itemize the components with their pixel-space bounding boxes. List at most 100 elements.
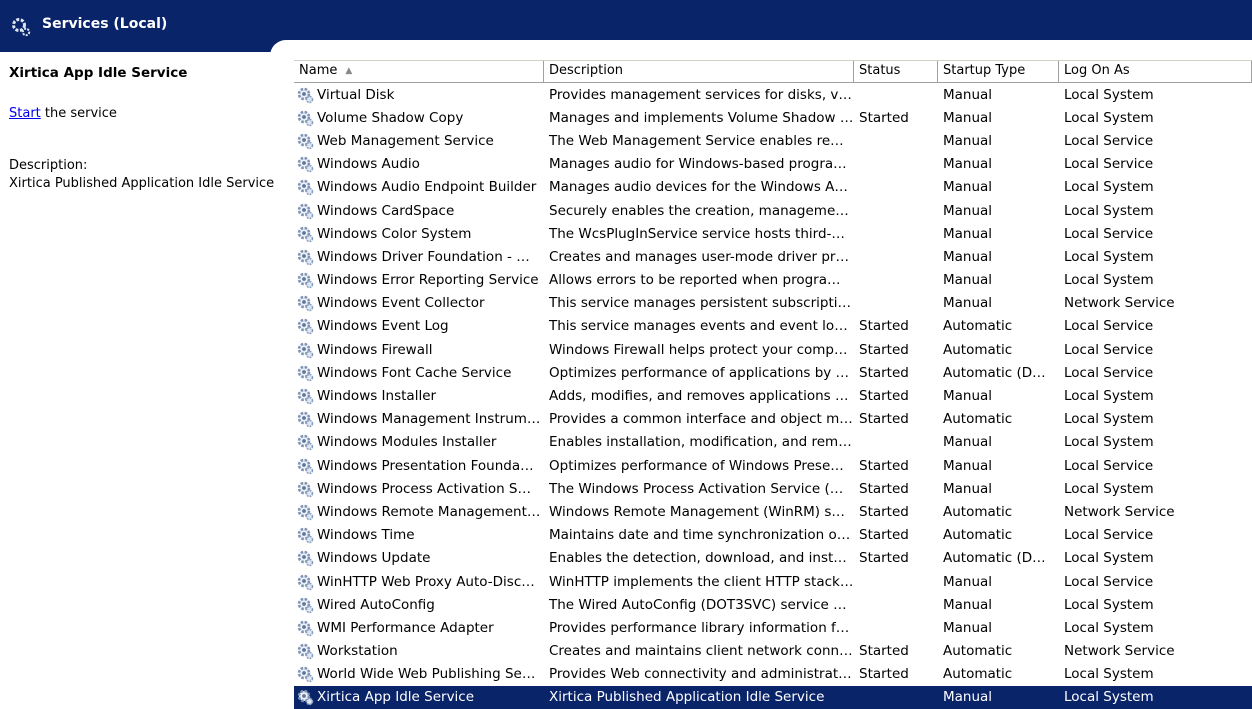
service-status-cell: Started (859, 388, 909, 405)
table-row[interactable]: Windows Audio Endpoint Builder Manages au… (294, 176, 1252, 199)
table-row[interactable]: Xirtica App Idle Service Xirtica Publishe… (294, 685, 1252, 709)
service-description-cell: Optimizes performance of Windows Prese… (549, 457, 844, 474)
service-description-cell: Manages and implements Volume Shadow … (549, 109, 854, 126)
service-log-on-as-cell: Local System (1064, 666, 1154, 683)
service-name-cell: Virtual Disk (294, 86, 544, 104)
table-row[interactable]: World Wide Web Publishing Se… Provides We… (294, 663, 1252, 686)
service-gear-icon (297, 365, 314, 382)
table-row[interactable]: Windows Installer Adds, modifies, and rem… (294, 384, 1252, 407)
service-description-cell: The Wired AutoConfig (DOT3SVC) service … (549, 596, 847, 613)
service-name-label: Windows CardSpace (317, 202, 455, 219)
column-header-startup-type[interactable]: Startup Type (938, 61, 1059, 82)
column-header-status[interactable]: Status (854, 61, 938, 82)
service-gear-icon (297, 110, 314, 127)
service-log-on-as-cell: Local System (1064, 434, 1154, 451)
service-name-label: Windows Audio (317, 156, 420, 173)
service-name-label: Windows Modules Installer (317, 434, 497, 451)
service-gear-icon (297, 295, 314, 312)
start-link[interactable]: Start (9, 106, 41, 121)
service-description-cell: Manages audio devices for the Windows A… (549, 179, 848, 196)
service-name-label: Virtual Disk (317, 86, 395, 103)
table-row[interactable]: Windows Error Reporting Service Allows er… (294, 269, 1252, 292)
table-row[interactable]: Windows Management Instrum… Provides a co… (294, 408, 1252, 431)
service-name-cell: Windows Audio Endpoint Builder (294, 178, 544, 196)
service-startup-type-cell: Automatic (943, 643, 1013, 660)
service-description-cell: Windows Firewall helps protect your comp… (549, 341, 848, 358)
table-row[interactable]: Windows Font Cache Service Optimizes perf… (294, 361, 1252, 384)
service-gear-icon (297, 481, 314, 498)
service-log-on-as-cell: Network Service (1064, 643, 1175, 660)
service-startup-type-cell: Automatic (D… (943, 550, 1046, 567)
table-row[interactable]: Windows Modules Installer Enables install… (294, 431, 1252, 454)
service-log-on-as-cell: Local System (1064, 596, 1154, 613)
service-name-cell: Windows Management Instrum… (294, 410, 544, 428)
service-startup-type-cell: Manual (943, 272, 993, 289)
service-log-on-as-cell: Network Service (1064, 503, 1175, 520)
service-description-cell: Enables installation, modification, and … (549, 434, 852, 451)
service-gear-icon (297, 597, 314, 614)
service-name-label: Windows Event Log (317, 318, 449, 335)
table-row[interactable]: Web Management Service The Web Management… (294, 129, 1252, 152)
service-name-cell: Windows Font Cache Service (294, 364, 544, 382)
table-row[interactable]: Volume Shadow Copy Manages and implements… (294, 106, 1252, 129)
table-row[interactable]: Windows Driver Foundation - … Creates and… (294, 245, 1252, 268)
service-gear-icon (297, 133, 314, 150)
service-name-cell: Windows Color System (294, 225, 544, 243)
service-description-cell: Windows Remote Management (WinRM) s… (549, 503, 845, 520)
table-row[interactable]: Workstation Creates and maintains client … (294, 640, 1252, 663)
table-row[interactable]: Virtual Disk Provides management services… (294, 83, 1252, 106)
table-row[interactable]: Windows Time Maintains date and time sync… (294, 524, 1252, 547)
service-log-on-as-cell: Network Service (1064, 295, 1175, 312)
service-status-cell: Started (859, 318, 909, 335)
service-name-label: Windows Remote Management… (317, 503, 541, 520)
table-row[interactable]: Windows Audio Manages audio for Windows-b… (294, 153, 1252, 176)
table-row[interactable]: Windows Event Collector This service mana… (294, 292, 1252, 315)
service-description-cell: Optimizes performance of applications by… (549, 364, 850, 381)
service-name-label: Windows Time (317, 527, 415, 544)
service-gear-icon (297, 411, 314, 428)
service-startup-type-cell: Automatic (943, 527, 1013, 544)
service-description-cell: The Windows Process Activation Service (… (549, 480, 844, 497)
service-log-on-as-cell: Local Service (1064, 225, 1154, 242)
service-name-label: Windows Process Activation S… (317, 480, 532, 497)
table-row[interactable]: Windows CardSpace Securely enables the cr… (294, 199, 1252, 222)
service-startup-type-cell: Manual (943, 225, 993, 242)
table-row[interactable]: Windows Update Enables the detection, dow… (294, 547, 1252, 570)
table-row[interactable]: Windows Presentation Founda… Optimizes pe… (294, 454, 1252, 477)
service-name-cell: WMI Performance Adapter (294, 619, 544, 637)
table-row[interactable]: Windows Remote Management… Windows Remote… (294, 500, 1252, 523)
table-row[interactable]: Windows Process Activation S… The Windows… (294, 477, 1252, 500)
service-startup-type-cell: Manual (943, 434, 993, 451)
extended-pane: Xirtica App Idle Service Start the servi… (0, 62, 285, 702)
column-header-description[interactable]: Description (544, 61, 854, 82)
service-startup-type-cell: Manual (943, 388, 993, 405)
service-log-on-as-cell: Local System (1064, 480, 1154, 497)
service-startup-type-cell: Manual (943, 248, 993, 265)
table-row[interactable]: Windows Color System The WcsPlugInService… (294, 222, 1252, 245)
service-gear-icon (297, 272, 314, 289)
service-startup-type-cell: Manual (943, 596, 993, 613)
service-status-cell: Started (859, 666, 909, 683)
service-startup-type-cell: Manual (943, 179, 993, 196)
service-name-label: Windows Installer (317, 388, 437, 405)
table-row[interactable]: Wired AutoConfig The Wired AutoConfig (DO… (294, 593, 1252, 616)
column-header-name[interactable]: Name ▲ (294, 61, 544, 82)
service-description-cell: Securely enables the creation, manageme… (549, 202, 849, 219)
service-description-cell: This service manages events and event lo… (549, 318, 848, 335)
column-header-log-on-as[interactable]: Log On As (1059, 61, 1252, 82)
services-table: Name ▲ Description Status Startup Type Lo… (294, 60, 1252, 709)
service-status-cell: Started (859, 550, 909, 567)
service-name-label: Windows Firewall (317, 341, 433, 358)
table-row[interactable]: Windows Firewall Windows Firewall helps p… (294, 338, 1252, 361)
service-name-label: Web Management Service (317, 132, 494, 149)
table-row[interactable]: Windows Event Log This service manages ev… (294, 315, 1252, 338)
service-gear-icon (297, 87, 314, 103)
service-startup-type-cell: Automatic (943, 341, 1013, 358)
service-description-cell: The Web Management Service enables re… (549, 132, 844, 149)
service-gear-icon (297, 435, 314, 451)
service-description-cell: Enables the detection, download, and ins… (549, 550, 847, 567)
table-row[interactable]: WinHTTP Web Proxy Auto-Disc… WinHTTP impl… (294, 570, 1252, 593)
service-status-cell: Started (859, 109, 909, 126)
table-row[interactable]: WMI Performance Adapter Provides performa… (294, 616, 1252, 639)
service-startup-type-cell: Manual (943, 480, 993, 497)
